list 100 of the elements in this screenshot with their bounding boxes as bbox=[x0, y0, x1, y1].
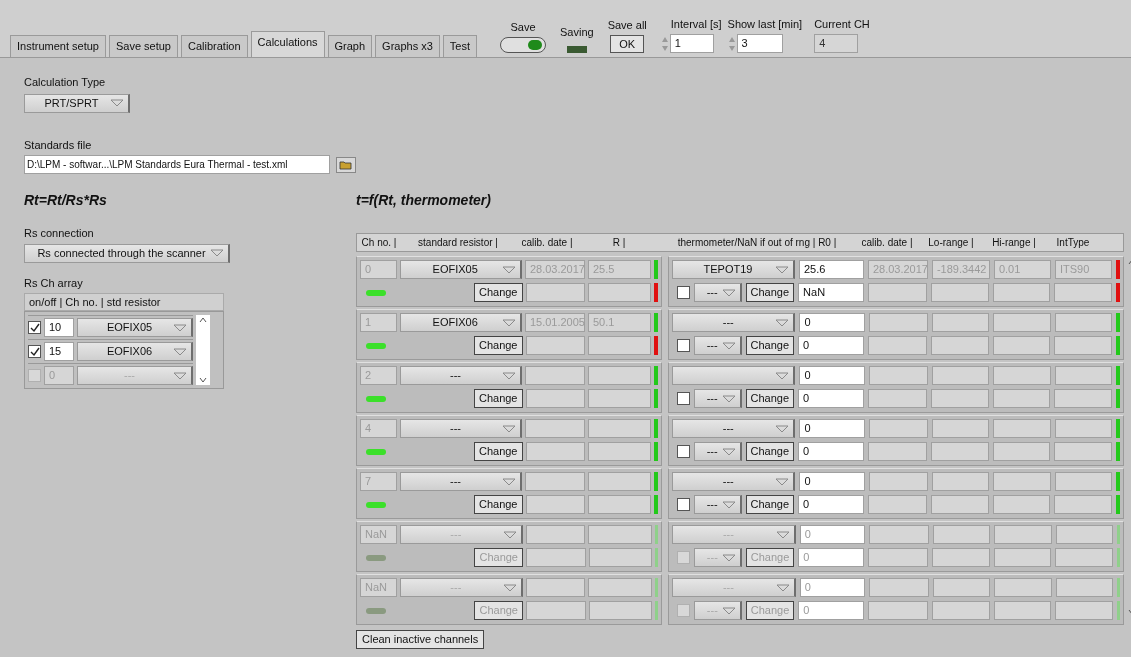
thermometer-dropdown[interactable]: TEPOT19 bbox=[672, 260, 795, 279]
column-header: calib. date | bbox=[520, 236, 574, 250]
channel-field: 4 bbox=[360, 419, 397, 438]
thermometer-dropdown[interactable] bbox=[672, 366, 796, 385]
option-dropdown[interactable]: --- bbox=[693, 336, 742, 355]
change-button[interactable]: Change bbox=[745, 336, 795, 355]
change-button[interactable]: Change bbox=[473, 495, 523, 514]
r0-field[interactable]: NaN bbox=[798, 283, 864, 302]
folder-icon[interactable] bbox=[336, 156, 356, 173]
caret-icon bbox=[502, 583, 517, 592]
resistor-dropdown[interactable]: EOFIX06 bbox=[77, 342, 193, 361]
thermometer-dropdown[interactable]: --- bbox=[672, 419, 796, 438]
r0-field[interactable]: 0 bbox=[798, 389, 864, 408]
date-field bbox=[525, 283, 585, 302]
date-field bbox=[868, 472, 929, 491]
resistance-field bbox=[587, 366, 652, 385]
numeric-field[interactable]: 1 bbox=[669, 34, 714, 53]
checkbox[interactable] bbox=[676, 445, 690, 458]
channel-field[interactable]: 10 bbox=[44, 318, 74, 337]
rs-connection-dropdown[interactable]: Rs connected through the scanner bbox=[24, 243, 230, 263]
caret-icon bbox=[775, 477, 790, 486]
caret-icon bbox=[173, 347, 187, 356]
numeric-field[interactable]: 3 bbox=[736, 34, 783, 53]
checkbox[interactable] bbox=[28, 321, 41, 334]
toggle-switch[interactable] bbox=[500, 37, 546, 53]
date-field bbox=[867, 283, 928, 302]
option-dropdown[interactable]: --- bbox=[693, 442, 742, 461]
change-button[interactable]: Change bbox=[473, 389, 523, 408]
checkbox[interactable] bbox=[676, 339, 690, 352]
change-button[interactable]: Change bbox=[473, 336, 523, 355]
rs-connection-label: Rs connection bbox=[24, 226, 95, 241]
r0-field[interactable]: 25.6 bbox=[798, 260, 864, 279]
r0-field[interactable]: 0 bbox=[799, 472, 865, 491]
current-ch-label: Current CH bbox=[814, 16, 870, 32]
formula-heading: Rt=Rt/Rs*Rs bbox=[24, 191, 108, 210]
range-field bbox=[993, 313, 1051, 332]
caret-icon bbox=[774, 265, 789, 274]
change-button[interactable]: Change bbox=[473, 283, 523, 302]
tab[interactable]: Graph bbox=[327, 35, 373, 57]
type-field: ITS90 bbox=[1055, 260, 1113, 279]
checkbox[interactable] bbox=[676, 286, 690, 299]
resistor-dropdown[interactable]: --- bbox=[399, 472, 523, 491]
date-field bbox=[867, 336, 928, 355]
thermometer-dropdown[interactable]: --- bbox=[672, 313, 796, 332]
date-field bbox=[867, 389, 928, 408]
file-path-field[interactable]: D:\LPM - softwar...\LPM Standards Eura Thermal - test.xml bbox=[24, 155, 330, 174]
channel-field[interactable]: 15 bbox=[44, 342, 74, 361]
resistor-dropdown[interactable]: EOFIX06 bbox=[399, 313, 522, 332]
tab[interactable]: Graphs x3 bbox=[375, 35, 440, 57]
resistance-field bbox=[587, 389, 652, 408]
checkbox[interactable] bbox=[28, 345, 41, 358]
calculation-type-dropdown[interactable]: PRT/SPRT bbox=[24, 93, 130, 113]
caret-icon bbox=[502, 371, 517, 380]
date-field bbox=[525, 366, 585, 385]
thermometer-dropdown[interactable]: --- bbox=[672, 472, 796, 491]
r0-field[interactable]: 0 bbox=[798, 442, 864, 461]
range-field bbox=[994, 525, 1052, 544]
clean-button[interactable]: Clean inactive channels bbox=[356, 630, 485, 649]
resistor-dropdown[interactable]: EOFIX05 bbox=[399, 260, 522, 279]
option-dropdown[interactable]: --- bbox=[693, 389, 742, 408]
change-button[interactable]: Change bbox=[745, 283, 795, 302]
type-field bbox=[1054, 336, 1112, 355]
caret-icon bbox=[173, 371, 187, 380]
r0-field[interactable]: 0 bbox=[798, 336, 864, 355]
checkbox[interactable] bbox=[676, 392, 690, 405]
resistor-dropdown[interactable]: --- bbox=[399, 419, 523, 438]
resistor-dropdown[interactable]: --- bbox=[399, 366, 523, 385]
scrollbar[interactable] bbox=[196, 315, 210, 385]
caret-icon bbox=[721, 394, 736, 403]
date-field bbox=[867, 495, 928, 514]
r0-field[interactable]: 0 bbox=[799, 366, 865, 385]
tab[interactable]: Save setup bbox=[108, 35, 178, 57]
tab[interactable]: Instrument setup bbox=[10, 35, 106, 57]
tab[interactable]: Calculations bbox=[250, 31, 325, 57]
r0-field[interactable]: 0 bbox=[799, 313, 865, 332]
date-field bbox=[525, 578, 586, 597]
ok-button[interactable]: OK bbox=[610, 35, 645, 53]
tab[interactable]: Test bbox=[442, 35, 477, 57]
change-button[interactable]: Change bbox=[473, 442, 523, 461]
option-dropdown[interactable]: --- bbox=[693, 283, 742, 302]
checkbox[interactable] bbox=[676, 551, 690, 564]
range-field bbox=[932, 366, 990, 385]
change-button[interactable]: Change bbox=[745, 389, 795, 408]
change-button[interactable]: Change bbox=[745, 495, 795, 514]
option-dropdown[interactable]: --- bbox=[693, 495, 742, 514]
r0-field[interactable]: 0 bbox=[799, 419, 865, 438]
caret-icon bbox=[173, 323, 187, 332]
checkbox[interactable] bbox=[676, 604, 690, 617]
channel-field: NaN bbox=[360, 525, 397, 544]
interval-label: Interval [s] bbox=[669, 16, 722, 32]
resistance-field bbox=[588, 525, 653, 544]
range-field bbox=[993, 419, 1051, 438]
range-field bbox=[932, 525, 991, 544]
tab[interactable]: Calibration bbox=[181, 35, 248, 57]
resistor-dropdown[interactable]: EOFIX05 bbox=[77, 318, 193, 337]
change-button[interactable]: Change bbox=[745, 442, 795, 461]
r0-field[interactable]: 0 bbox=[798, 495, 864, 514]
checkbox[interactable] bbox=[676, 498, 690, 511]
caret-icon bbox=[210, 249, 224, 257]
date-field bbox=[525, 525, 586, 544]
